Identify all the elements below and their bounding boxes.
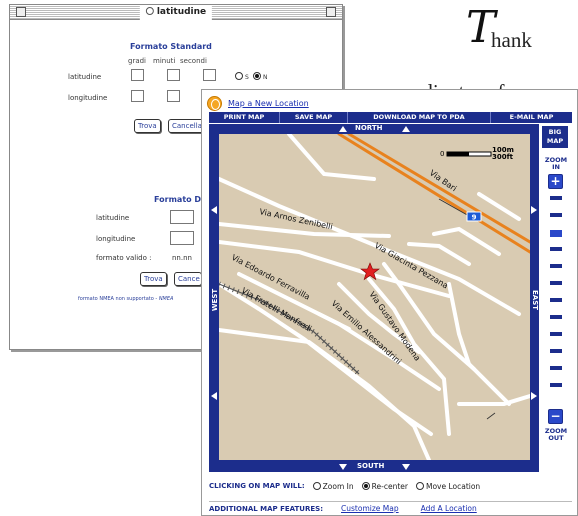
lat-minutes-input[interactable] — [167, 69, 180, 81]
map-frame: NORTH SOUTH WEST EAST 9 0 100m 300ft Via… — [209, 124, 539, 472]
street-map: 9 0 100m 300ft Via Bari Via Arnos Zenibe… — [219, 134, 530, 460]
lon-minutes-input[interactable] — [167, 90, 180, 102]
pan-west-arrow-bottom[interactable] — [211, 392, 217, 400]
big-map-button[interactable]: BIG MAP — [542, 126, 568, 148]
pan-south-arrow-left[interactable] — [339, 464, 347, 470]
additional-features-row: ADDITIONAL MAP FEATURES: Customize Map A… — [209, 501, 572, 515]
zoom-in-label: ZOOM IN — [544, 156, 568, 171]
pan-east-arrow-bottom[interactable] — [531, 392, 537, 400]
valid-format-value: nn.nn — [172, 254, 192, 262]
window-title: latitudine — [139, 5, 213, 20]
radio-north-label: N — [263, 74, 268, 81]
col-header-seconds: secondi — [180, 57, 207, 65]
option-move-location[interactable]: Move Location — [415, 481, 480, 491]
dec-lon-label: longitudine — [96, 235, 136, 243]
zoom-level-bar[interactable] — [550, 264, 562, 268]
pan-east-label[interactable]: EAST — [531, 290, 539, 310]
scale-feet: 300ft — [492, 153, 514, 161]
zoom-level-bar[interactable] — [550, 349, 562, 353]
pan-south-label[interactable]: SOUTH — [357, 462, 384, 470]
radio-zoom-in[interactable] — [312, 481, 321, 490]
zoom-out-label: ZOOM OUT — [544, 427, 568, 442]
scale-bar — [447, 152, 469, 156]
option-recenter[interactable]: Re-center — [361, 481, 408, 491]
lat-seconds-input[interactable] — [203, 69, 216, 81]
radio-south-label: S — [245, 74, 249, 81]
save-map-button[interactable]: SAVE MAP — [280, 112, 348, 123]
zoom-level-bar[interactable] — [550, 315, 562, 319]
download-map-button[interactable]: DOWNLOAD MAP TO PDA — [348, 112, 491, 123]
add-location-link[interactable]: Add A Location — [421, 504, 477, 513]
click-behavior-row: CLICKING ON MAP WILL: Zoom In Re-center … — [209, 479, 572, 493]
new-location-row: Map a New Location — [207, 95, 309, 111]
radio-recenter[interactable] — [361, 481, 370, 490]
zoom-level-bar[interactable] — [550, 383, 562, 387]
map-window: Map a New Location PRINT MAP SAVE MAP DO… — [201, 89, 578, 516]
radio-south[interactable] — [235, 72, 243, 80]
map-new-location-link[interactable]: Map a New Location — [228, 99, 309, 108]
find-button[interactable]: Trova — [134, 119, 161, 133]
customize-map-link[interactable]: Customize Map — [341, 504, 399, 513]
email-map-button[interactable]: E-MAIL MAP — [491, 112, 572, 123]
pan-west-label[interactable]: WEST — [211, 289, 219, 311]
zoom-level-bar[interactable] — [550, 332, 562, 336]
radio-north[interactable] — [253, 72, 261, 80]
zoom-box-icon[interactable] — [326, 7, 336, 17]
highway-number: 9 — [472, 214, 477, 222]
pan-north-arrow-right[interactable] — [402, 126, 410, 132]
scale-zero: 0 — [440, 150, 444, 158]
pan-east-arrow-top[interactable] — [531, 206, 537, 214]
dec-lat-input[interactable] — [170, 210, 194, 224]
dec-find-button[interactable]: Trova — [140, 272, 167, 286]
zoom-level-bar[interactable] — [550, 230, 562, 237]
pan-south-arrow-right[interactable] — [402, 464, 410, 470]
zoom-in-button[interactable]: + — [548, 174, 563, 189]
option-zoom-in[interactable]: Zoom In — [312, 481, 354, 491]
lon-label: longitudine — [68, 94, 108, 102]
col-header-degrees: gradi — [128, 57, 146, 65]
col-header-minutes: minuti — [153, 57, 176, 65]
zoom-level-bar[interactable] — [550, 196, 562, 200]
pan-north-arrow-left[interactable] — [339, 126, 347, 132]
caption-rest: hank — [491, 28, 532, 52]
map-sidebar: BIG MAP ZOOM IN + − ZOOM OUT — [540, 124, 572, 472]
map-canvas[interactable]: 9 0 100m 300ft Via Bari Via Arnos Zenibe… — [219, 134, 530, 460]
globe-icon — [207, 95, 222, 111]
nmea-footnote: formato NMEA non supportato - NMEA — [78, 296, 174, 302]
zoom-level-bar[interactable] — [550, 298, 562, 302]
pan-north-label[interactable]: NORTH — [355, 124, 383, 132]
zoom-out-button[interactable]: − — [548, 409, 563, 424]
lat-label: latitudine — [68, 73, 102, 81]
pan-west-arrow-top[interactable] — [211, 206, 217, 214]
dec-lat-label: latitudine — [96, 214, 130, 222]
dec-clear-button[interactable]: Cance — [174, 272, 202, 286]
close-box-icon[interactable] — [16, 7, 26, 17]
lon-degrees-input[interactable] — [131, 90, 144, 102]
zoom-level-bar[interactable] — [550, 213, 562, 217]
map-toolbar: PRINT MAP SAVE MAP DOWNLOAD MAP TO PDA E… — [209, 112, 572, 123]
lat-degrees-input[interactable] — [131, 69, 144, 81]
radio-move-location[interactable] — [415, 481, 424, 490]
additional-features-label: ADDITIONAL MAP FEATURES: — [209, 504, 324, 513]
app-icon — [145, 7, 154, 15]
zoom-level-bar[interactable] — [550, 366, 562, 370]
standard-format-title: Formato Standard — [130, 42, 212, 51]
click-behavior-label: CLICKING ON MAP WILL: — [209, 482, 305, 490]
zoom-level-bar[interactable] — [550, 247, 562, 251]
dec-lon-input[interactable] — [170, 231, 194, 245]
zoom-level-bar[interactable] — [550, 281, 562, 285]
small-pointer — [486, 412, 496, 420]
valid-format-label: formato valido : — [96, 254, 152, 262]
print-map-button[interactable]: PRINT MAP — [209, 112, 280, 123]
window-titlebar[interactable]: latitudine — [10, 5, 342, 20]
